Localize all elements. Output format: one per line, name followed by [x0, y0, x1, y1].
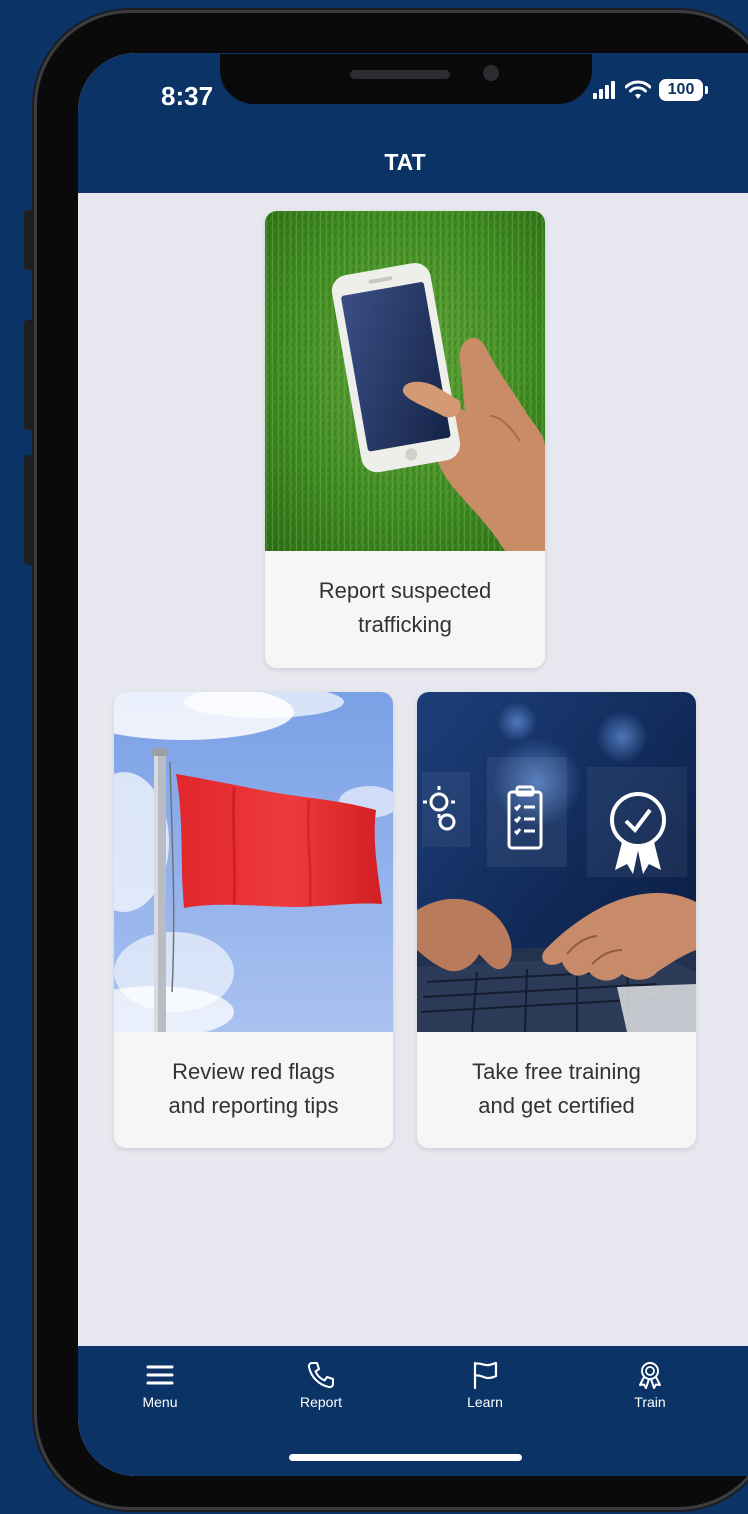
red-flags-card-label: Review red flags and reporting tips — [168, 1059, 339, 1118]
signal-icon — [593, 81, 615, 99]
home-indicator[interactable] — [289, 1454, 522, 1461]
training-card-image — [417, 692, 696, 1032]
front-camera — [483, 65, 499, 81]
menu-icon — [146, 1365, 174, 1385]
report-card-image — [265, 211, 545, 551]
award-icon — [639, 1362, 661, 1389]
red-flags-card-image — [114, 692, 393, 1032]
tab-menu[interactable]: Menu — [110, 1360, 210, 1410]
report-card[interactable]: Report suspected trafficking — [265, 211, 545, 668]
bottom-tab-bar: Menu Report Learn Train — [78, 1346, 748, 1476]
app-screen: 8:37 100 TAT Report suspected traffickin… — [78, 53, 748, 1476]
phone-notch — [220, 54, 592, 104]
tab-menu-label: Menu — [142, 1394, 178, 1410]
flag-icon — [473, 1361, 498, 1390]
wifi-icon — [625, 80, 651, 99]
status-icons: 100 — [593, 79, 708, 101]
phone-icon — [307, 1362, 334, 1389]
tab-train[interactable]: Train — [600, 1360, 700, 1410]
training-card[interactable]: Take free training and get certified — [417, 692, 696, 1148]
report-card-label: Report suspected trafficking — [318, 578, 492, 637]
tab-train-label: Train — [634, 1394, 666, 1410]
status-time: 8:37 — [161, 81, 214, 111]
battery-icon: 100 — [659, 79, 708, 101]
page-title: TAT — [384, 149, 426, 175]
speaker-grille — [350, 70, 450, 79]
tab-report[interactable]: Report — [271, 1360, 371, 1410]
tab-report-label: Report — [299, 1394, 343, 1410]
training-card-label: Take free training and get certified — [472, 1059, 641, 1118]
red-flags-card[interactable]: Review red flags and reporting tips — [114, 692, 393, 1148]
tab-learn-label: Learn — [467, 1394, 503, 1410]
tab-learn[interactable]: Learn — [435, 1360, 535, 1410]
